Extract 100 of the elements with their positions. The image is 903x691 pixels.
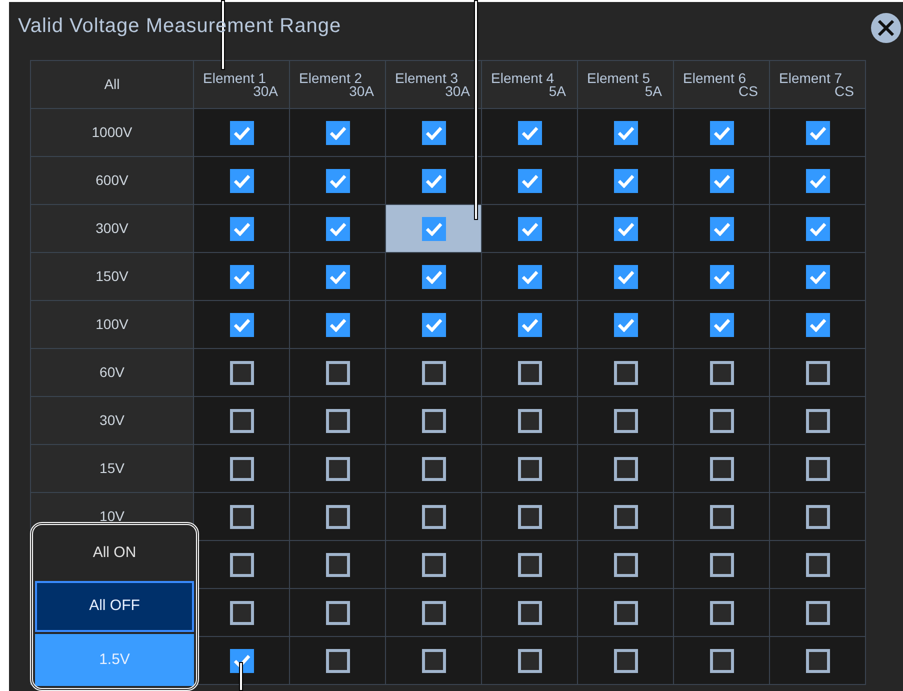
checkbox[interactable] — [518, 216, 542, 240]
table-cell[interactable] — [770, 253, 866, 301]
checkbox[interactable] — [230, 504, 254, 528]
checkbox[interactable] — [614, 312, 638, 336]
table-cell[interactable] — [194, 445, 290, 493]
table-cell[interactable] — [290, 637, 386, 685]
table-cell[interactable] — [482, 445, 578, 493]
checkbox[interactable] — [710, 312, 734, 336]
checkbox[interactable] — [518, 120, 542, 144]
row-label[interactable]: 30V — [100, 410, 124, 431]
checkbox[interactable] — [710, 600, 734, 624]
checkbox[interactable] — [806, 264, 830, 288]
checkbox[interactable] — [326, 360, 350, 384]
table-cell[interactable] — [482, 589, 578, 637]
table-cell[interactable] — [194, 253, 290, 301]
table-cell[interactable] — [386, 301, 482, 349]
table-cell[interactable] — [578, 205, 674, 253]
table-cell[interactable] — [770, 109, 866, 157]
checkbox[interactable] — [518, 360, 542, 384]
table-cell[interactable] — [770, 493, 866, 541]
table-cell[interactable] — [290, 589, 386, 637]
checkbox[interactable] — [806, 408, 830, 432]
table-cell[interactable] — [290, 109, 386, 157]
table-cell[interactable] — [770, 157, 866, 205]
table-cell[interactable] — [290, 157, 386, 205]
checkbox[interactable] — [614, 600, 638, 624]
checkbox[interactable] — [422, 312, 446, 336]
table-cell[interactable] — [290, 253, 386, 301]
table-cell[interactable] — [290, 301, 386, 349]
table-cell[interactable] — [770, 301, 866, 349]
checkbox[interactable] — [422, 360, 446, 384]
row-label[interactable]: 100V — [96, 314, 128, 335]
table-cell[interactable] — [674, 493, 770, 541]
table-cell[interactable] — [674, 349, 770, 397]
table-cell[interactable] — [194, 205, 290, 253]
checkbox[interactable] — [422, 648, 446, 672]
checkbox[interactable] — [518, 504, 542, 528]
table-cell[interactable] — [386, 589, 482, 637]
checkbox[interactable] — [518, 312, 542, 336]
table-cell[interactable] — [290, 205, 386, 253]
checkbox[interactable] — [614, 552, 638, 576]
table-cell[interactable] — [290, 397, 386, 445]
table-cell[interactable] — [482, 109, 578, 157]
checkbox[interactable] — [230, 120, 254, 144]
checkbox[interactable] — [614, 216, 638, 240]
row-label[interactable]: 60V — [100, 362, 124, 383]
table-cell[interactable] — [386, 349, 482, 397]
table-cell[interactable] — [386, 397, 482, 445]
table-cell[interactable] — [194, 397, 290, 445]
checkbox[interactable] — [518, 408, 542, 432]
table-cell[interactable] — [290, 349, 386, 397]
table-cell[interactable] — [386, 109, 482, 157]
row-label[interactable]: 150V — [96, 266, 128, 287]
checkbox[interactable] — [422, 504, 446, 528]
checkbox[interactable] — [230, 216, 254, 240]
table-cell[interactable] — [674, 253, 770, 301]
checkbox[interactable] — [326, 456, 350, 480]
table-cell[interactable] — [578, 109, 674, 157]
table-cell[interactable] — [674, 637, 770, 685]
table-cell[interactable] — [194, 349, 290, 397]
checkbox[interactable] — [518, 600, 542, 624]
table-cell[interactable] — [674, 589, 770, 637]
checkbox[interactable] — [326, 216, 350, 240]
checkbox[interactable] — [422, 456, 446, 480]
table-cell[interactable] — [482, 637, 578, 685]
checkbox[interactable] — [230, 264, 254, 288]
checkbox[interactable] — [422, 120, 446, 144]
checkbox[interactable] — [230, 408, 254, 432]
close-button[interactable] — [871, 13, 901, 43]
table-cell[interactable] — [578, 445, 674, 493]
table-cell[interactable] — [578, 349, 674, 397]
checkbox[interactable] — [806, 360, 830, 384]
checkbox[interactable] — [422, 264, 446, 288]
checkbox[interactable] — [710, 408, 734, 432]
table-cell[interactable] — [674, 205, 770, 253]
checkbox[interactable] — [806, 648, 830, 672]
checkbox[interactable] — [518, 552, 542, 576]
checkbox[interactable] — [614, 504, 638, 528]
checkbox[interactable] — [614, 168, 638, 192]
table-cell[interactable] — [386, 637, 482, 685]
table-cell[interactable] — [482, 301, 578, 349]
table-cell[interactable] — [578, 157, 674, 205]
table-cell[interactable] — [578, 493, 674, 541]
table-cell[interactable] — [290, 541, 386, 589]
checkbox[interactable] — [326, 552, 350, 576]
checkbox[interactable] — [710, 504, 734, 528]
checkbox[interactable] — [326, 648, 350, 672]
checkbox[interactable] — [806, 216, 830, 240]
checkbox[interactable] — [326, 120, 350, 144]
table-cell[interactable] — [290, 445, 386, 493]
checkbox[interactable] — [422, 552, 446, 576]
table-cell[interactable] — [386, 157, 482, 205]
table-cell[interactable] — [194, 493, 290, 541]
table-cell[interactable] — [482, 253, 578, 301]
menu-option[interactable]: All OFF — [35, 580, 194, 632]
checkbox[interactable] — [326, 264, 350, 288]
table-cell[interactable] — [770, 589, 866, 637]
checkbox[interactable] — [518, 168, 542, 192]
checkbox[interactable] — [710, 120, 734, 144]
table-cell[interactable] — [386, 445, 482, 493]
